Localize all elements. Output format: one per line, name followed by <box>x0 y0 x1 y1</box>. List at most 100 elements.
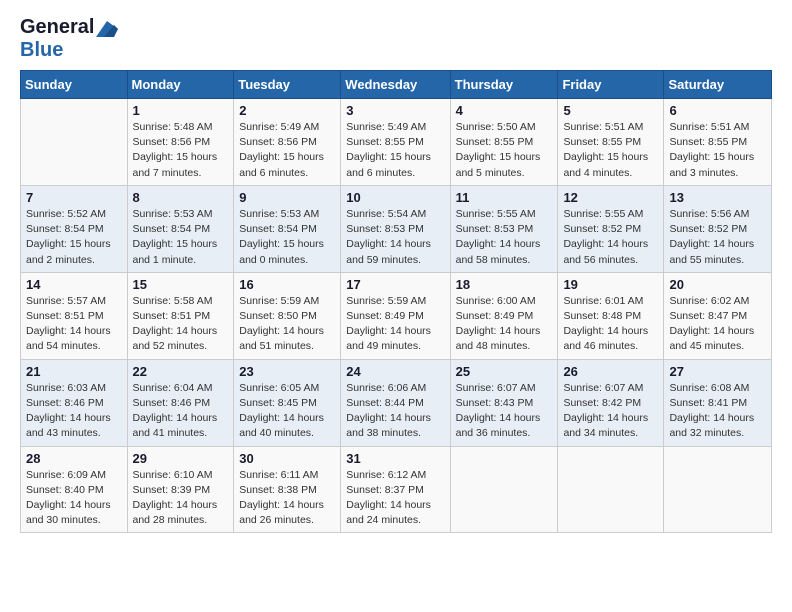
day-info: Sunrise: 5:48 AMSunset: 8:56 PMDaylight:… <box>133 120 229 181</box>
day-info: Sunrise: 6:08 AMSunset: 8:41 PMDaylight:… <box>669 381 766 442</box>
calendar-week-row: 28 Sunrise: 6:09 AMSunset: 8:40 PMDayligh… <box>21 446 772 533</box>
calendar-cell: 18Sunrise: 6:00 AMSunset: 8:49 PMDayligh… <box>450 272 558 359</box>
day-info: Sunrise: 6:10 AMSunset: 8:39 PMDaylight:… <box>133 468 229 529</box>
day-number: 30 <box>239 451 335 466</box>
calendar-header-day: Tuesday <box>234 71 341 99</box>
calendar-cell: 27 Sunrise: 6:08 AMSunset: 8:41 PMDayligh… <box>664 359 772 446</box>
day-info: Sunrise: 6:01 AMSunset: 8:48 PMDaylight:… <box>563 294 658 355</box>
day-number: 13 <box>669 190 766 205</box>
calendar-table: SundayMondayTuesdayWednesdayThursdayFrid… <box>20 70 772 533</box>
calendar-header-day: Thursday <box>450 71 558 99</box>
calendar-cell: 23 Sunrise: 6:05 AMSunset: 8:45 PMDayligh… <box>234 359 341 446</box>
calendar-cell: 7 Sunrise: 5:52 AMSunset: 8:54 PMDaylight… <box>21 185 128 272</box>
calendar-cell: 21 Sunrise: 6:03 AMSunset: 8:46 PMDayligh… <box>21 359 128 446</box>
calendar-cell: 24 Sunrise: 6:06 AMSunset: 8:44 PMDayligh… <box>341 359 450 446</box>
calendar-cell: 31 Sunrise: 6:12 AMSunset: 8:37 PMDayligh… <box>341 446 450 533</box>
header: General Blue <box>20 16 772 62</box>
day-number: 3 <box>346 103 444 118</box>
day-info: Sunrise: 5:52 AMSunset: 8:54 PMDaylight:… <box>26 207 122 268</box>
calendar-header-day: Saturday <box>664 71 772 99</box>
day-info: Sunrise: 6:12 AMSunset: 8:37 PMDaylight:… <box>346 468 444 529</box>
calendar-cell: 28 Sunrise: 6:09 AMSunset: 8:40 PMDayligh… <box>21 446 128 533</box>
day-info: Sunrise: 5:51 AMSunset: 8:55 PMDaylight:… <box>563 120 658 181</box>
day-info: Sunrise: 6:07 AMSunset: 8:42 PMDaylight:… <box>563 381 658 442</box>
calendar-cell <box>664 446 772 533</box>
logo: General Blue <box>20 16 118 62</box>
calendar-cell <box>450 446 558 533</box>
day-number: 18 <box>456 277 553 292</box>
calendar-cell: 5Sunrise: 5:51 AMSunset: 8:55 PMDaylight… <box>558 99 664 186</box>
calendar-cell: 26 Sunrise: 6:07 AMSunset: 8:42 PMDayligh… <box>558 359 664 446</box>
day-number: 1 <box>133 103 229 118</box>
day-number: 28 <box>26 451 122 466</box>
calendar-cell: 10Sunrise: 5:54 AMSunset: 8:53 PMDayligh… <box>341 185 450 272</box>
day-info: Sunrise: 6:11 AMSunset: 8:38 PMDaylight:… <box>239 468 335 529</box>
logo-general: General <box>20 16 94 39</box>
calendar-week-row: 14 Sunrise: 5:57 AMSunset: 8:51 PMDayligh… <box>21 272 772 359</box>
day-info: Sunrise: 6:05 AMSunset: 8:45 PMDaylight:… <box>239 381 335 442</box>
calendar-cell: 8Sunrise: 5:53 AMSunset: 8:54 PMDaylight… <box>127 185 234 272</box>
day-number: 23 <box>239 364 335 379</box>
calendar-header-day: Friday <box>558 71 664 99</box>
day-info: Sunrise: 5:58 AMSunset: 8:51 PMDaylight:… <box>133 294 229 355</box>
calendar-header-day: Monday <box>127 71 234 99</box>
day-number: 6 <box>669 103 766 118</box>
day-number: 2 <box>239 103 335 118</box>
day-number: 17 <box>346 277 444 292</box>
day-number: 26 <box>563 364 658 379</box>
day-info: Sunrise: 6:03 AMSunset: 8:46 PMDaylight:… <box>26 381 122 442</box>
day-info: Sunrise: 6:04 AMSunset: 8:46 PMDaylight:… <box>133 381 229 442</box>
day-number: 29 <box>133 451 229 466</box>
calendar-cell: 17 Sunrise: 5:59 AMSunset: 8:49 PMDayligh… <box>341 272 450 359</box>
day-info: Sunrise: 5:59 AMSunset: 8:50 PMDaylight:… <box>239 294 335 355</box>
calendar-cell <box>558 446 664 533</box>
calendar-week-row: 21 Sunrise: 6:03 AMSunset: 8:46 PMDayligh… <box>21 359 772 446</box>
day-number: 22 <box>133 364 229 379</box>
day-info: Sunrise: 5:49 AMSunset: 8:56 PMDaylight:… <box>239 120 335 181</box>
calendar-header-day: Wednesday <box>341 71 450 99</box>
day-number: 11 <box>456 190 553 205</box>
calendar-cell: 4Sunrise: 5:50 AMSunset: 8:55 PMDaylight… <box>450 99 558 186</box>
day-info: Sunrise: 6:02 AMSunset: 8:47 PMDaylight:… <box>669 294 766 355</box>
day-info: Sunrise: 5:57 AMSunset: 8:51 PMDaylight:… <box>26 294 122 355</box>
day-info: Sunrise: 5:55 AMSunset: 8:53 PMDaylight:… <box>456 207 553 268</box>
day-number: 9 <box>239 190 335 205</box>
calendar-cell: 20 Sunrise: 6:02 AMSunset: 8:47 PMDayligh… <box>664 272 772 359</box>
day-number: 21 <box>26 364 122 379</box>
day-number: 12 <box>563 190 658 205</box>
calendar-cell: 14 Sunrise: 5:57 AMSunset: 8:51 PMDayligh… <box>21 272 128 359</box>
day-number: 27 <box>669 364 766 379</box>
day-number: 10 <box>346 190 444 205</box>
calendar-week-row: 1 Sunrise: 5:48 AMSunset: 8:56 PMDaylight… <box>21 99 772 186</box>
day-info: Sunrise: 5:55 AMSunset: 8:52 PMDaylight:… <box>563 207 658 268</box>
calendar-cell: 12 Sunrise: 5:55 AMSunset: 8:52 PMDayligh… <box>558 185 664 272</box>
calendar-header-row: SundayMondayTuesdayWednesdayThursdayFrid… <box>21 71 772 99</box>
day-info: Sunrise: 5:59 AMSunset: 8:49 PMDaylight:… <box>346 294 444 355</box>
day-info: Sunrise: 6:09 AMSunset: 8:40 PMDaylight:… <box>26 468 122 529</box>
calendar-cell: 2 Sunrise: 5:49 AMSunset: 8:56 PMDaylight… <box>234 99 341 186</box>
calendar-cell: 3 Sunrise: 5:49 AMSunset: 8:55 PMDaylight… <box>341 99 450 186</box>
day-number: 14 <box>26 277 122 292</box>
logo-blue: Blue <box>20 39 63 61</box>
day-number: 7 <box>26 190 122 205</box>
calendar-cell: 19Sunrise: 6:01 AMSunset: 8:48 PMDayligh… <box>558 272 664 359</box>
calendar-cell: 25Sunrise: 6:07 AMSunset: 8:43 PMDayligh… <box>450 359 558 446</box>
calendar-cell: 6 Sunrise: 5:51 AMSunset: 8:55 PMDaylight… <box>664 99 772 186</box>
calendar-cell: 1 Sunrise: 5:48 AMSunset: 8:56 PMDaylight… <box>127 99 234 186</box>
calendar-header-day: Sunday <box>21 71 128 99</box>
day-info: Sunrise: 5:53 AMSunset: 8:54 PMDaylight:… <box>133 207 229 268</box>
day-info: Sunrise: 6:06 AMSunset: 8:44 PMDaylight:… <box>346 381 444 442</box>
calendar-cell: 9Sunrise: 5:53 AMSunset: 8:54 PMDaylight… <box>234 185 341 272</box>
day-number: 20 <box>669 277 766 292</box>
calendar-week-row: 7 Sunrise: 5:52 AMSunset: 8:54 PMDaylight… <box>21 185 772 272</box>
day-info: Sunrise: 5:50 AMSunset: 8:55 PMDaylight:… <box>456 120 553 181</box>
calendar-cell <box>21 99 128 186</box>
day-number: 24 <box>346 364 444 379</box>
day-info: Sunrise: 6:07 AMSunset: 8:43 PMDaylight:… <box>456 381 553 442</box>
day-number: 16 <box>239 277 335 292</box>
day-number: 31 <box>346 451 444 466</box>
calendar-cell: 16 Sunrise: 5:59 AMSunset: 8:50 PMDayligh… <box>234 272 341 359</box>
day-info: Sunrise: 5:51 AMSunset: 8:55 PMDaylight:… <box>669 120 766 181</box>
calendar-cell: 15Sunrise: 5:58 AMSunset: 8:51 PMDayligh… <box>127 272 234 359</box>
day-info: Sunrise: 5:49 AMSunset: 8:55 PMDaylight:… <box>346 120 444 181</box>
